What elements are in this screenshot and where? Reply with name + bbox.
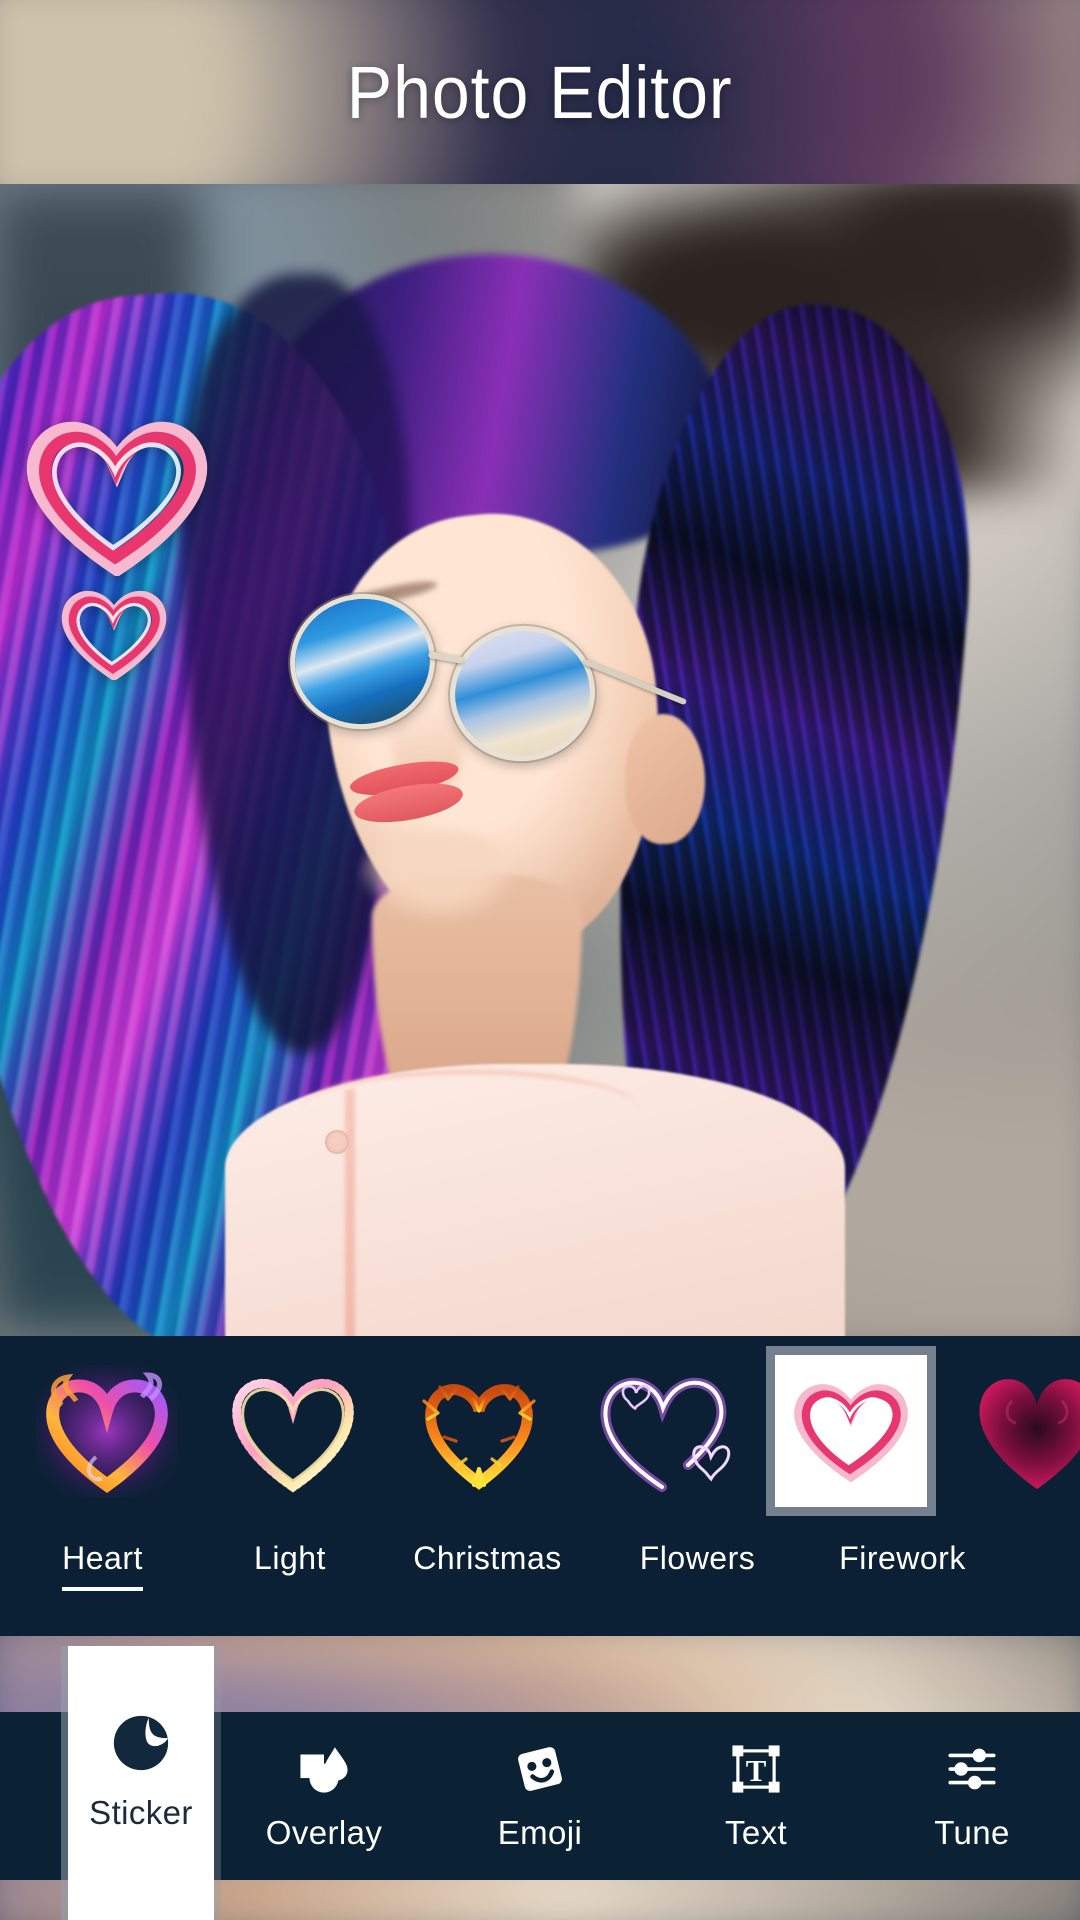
emoji-smiley-icon — [518, 1747, 562, 1791]
sticker-thumb-flame-branch-heart[interactable] — [394, 1346, 564, 1516]
svg-text:T: T — [746, 1754, 767, 1788]
model-chin — [360, 832, 520, 922]
nav-item-sticker[interactable]: Sticker — [68, 1646, 214, 1920]
model-shirt-placket — [345, 1089, 355, 1336]
sticker-picker-panel: Heart Light Christmas Flowers Firework — [0, 1336, 1080, 1636]
tune-sliders-icon — [948, 1748, 996, 1790]
tab-light-label: Light — [254, 1540, 326, 1576]
photo-editor-app: Photo Editor Heart Light Christmas Flowe… — [0, 0, 1080, 1920]
tab-light[interactable]: Light — [205, 1540, 375, 1587]
text-box-icon: T — [732, 1745, 780, 1793]
nav-label-text: Text — [724, 1814, 788, 1851]
sticker-thumb-fire-smoke-heart[interactable] — [22, 1346, 192, 1516]
overlay-shapes-icon — [300, 1747, 348, 1793]
nav-label-tune: Tune — [934, 1814, 1010, 1851]
edited-photo — [0, 184, 1080, 1336]
tab-heart[interactable]: Heart — [0, 1540, 205, 1591]
model-shirt-button — [325, 1130, 349, 1154]
tab-flowers-label: Flowers — [639, 1540, 756, 1576]
tab-christmas-label: Christmas — [413, 1540, 562, 1576]
nav-item-text[interactable]: T Text — [648, 1712, 864, 1880]
sticker-thumb-glitter-outline-heart[interactable] — [208, 1346, 378, 1516]
photo-canvas[interactable] — [0, 184, 1080, 1336]
sunglasses-left-lens — [281, 584, 444, 739]
nav-label-sticker: Sticker — [89, 1794, 193, 1831]
sticker-peel-icon — [113, 1715, 169, 1771]
applied-sticker-heart-large[interactable] — [22, 416, 212, 576]
model-ear — [625, 714, 705, 844]
sticker-thumbnail-row[interactable] — [0, 1336, 1080, 1526]
nav-item-overlay[interactable]: Overlay — [216, 1712, 432, 1880]
nav-item-emoji[interactable]: Emoji — [432, 1712, 648, 1880]
sticker-thumb-pink-brush-heart[interactable] — [766, 1346, 936, 1516]
sticker-thumb-neon-double-heart[interactable] — [580, 1346, 750, 1516]
applied-sticker-heart-small[interactable] — [60, 588, 168, 680]
sticker-thumb-dark-magenta-heart[interactable] — [952, 1346, 1080, 1516]
nav-label-emoji: Emoji — [497, 1814, 583, 1851]
tab-heart-label: Heart — [62, 1540, 143, 1591]
nav-item-tune[interactable]: Tune — [864, 1712, 1080, 1880]
tab-flowers[interactable]: Flowers — [600, 1540, 795, 1587]
tab-christmas[interactable]: Christmas — [375, 1540, 600, 1587]
nav-label-overlay: Overlay — [265, 1814, 383, 1851]
tab-firework[interactable]: Firework — [795, 1540, 1010, 1587]
sticker-category-tabs[interactable]: Heart Light Christmas Flowers Firework — [0, 1526, 1080, 1636]
sunglasses-right-lens — [441, 616, 604, 771]
page-title: Photo Editor — [347, 50, 733, 134]
app-header: Photo Editor — [0, 0, 1080, 184]
tab-firework-label: Firework — [839, 1540, 966, 1576]
